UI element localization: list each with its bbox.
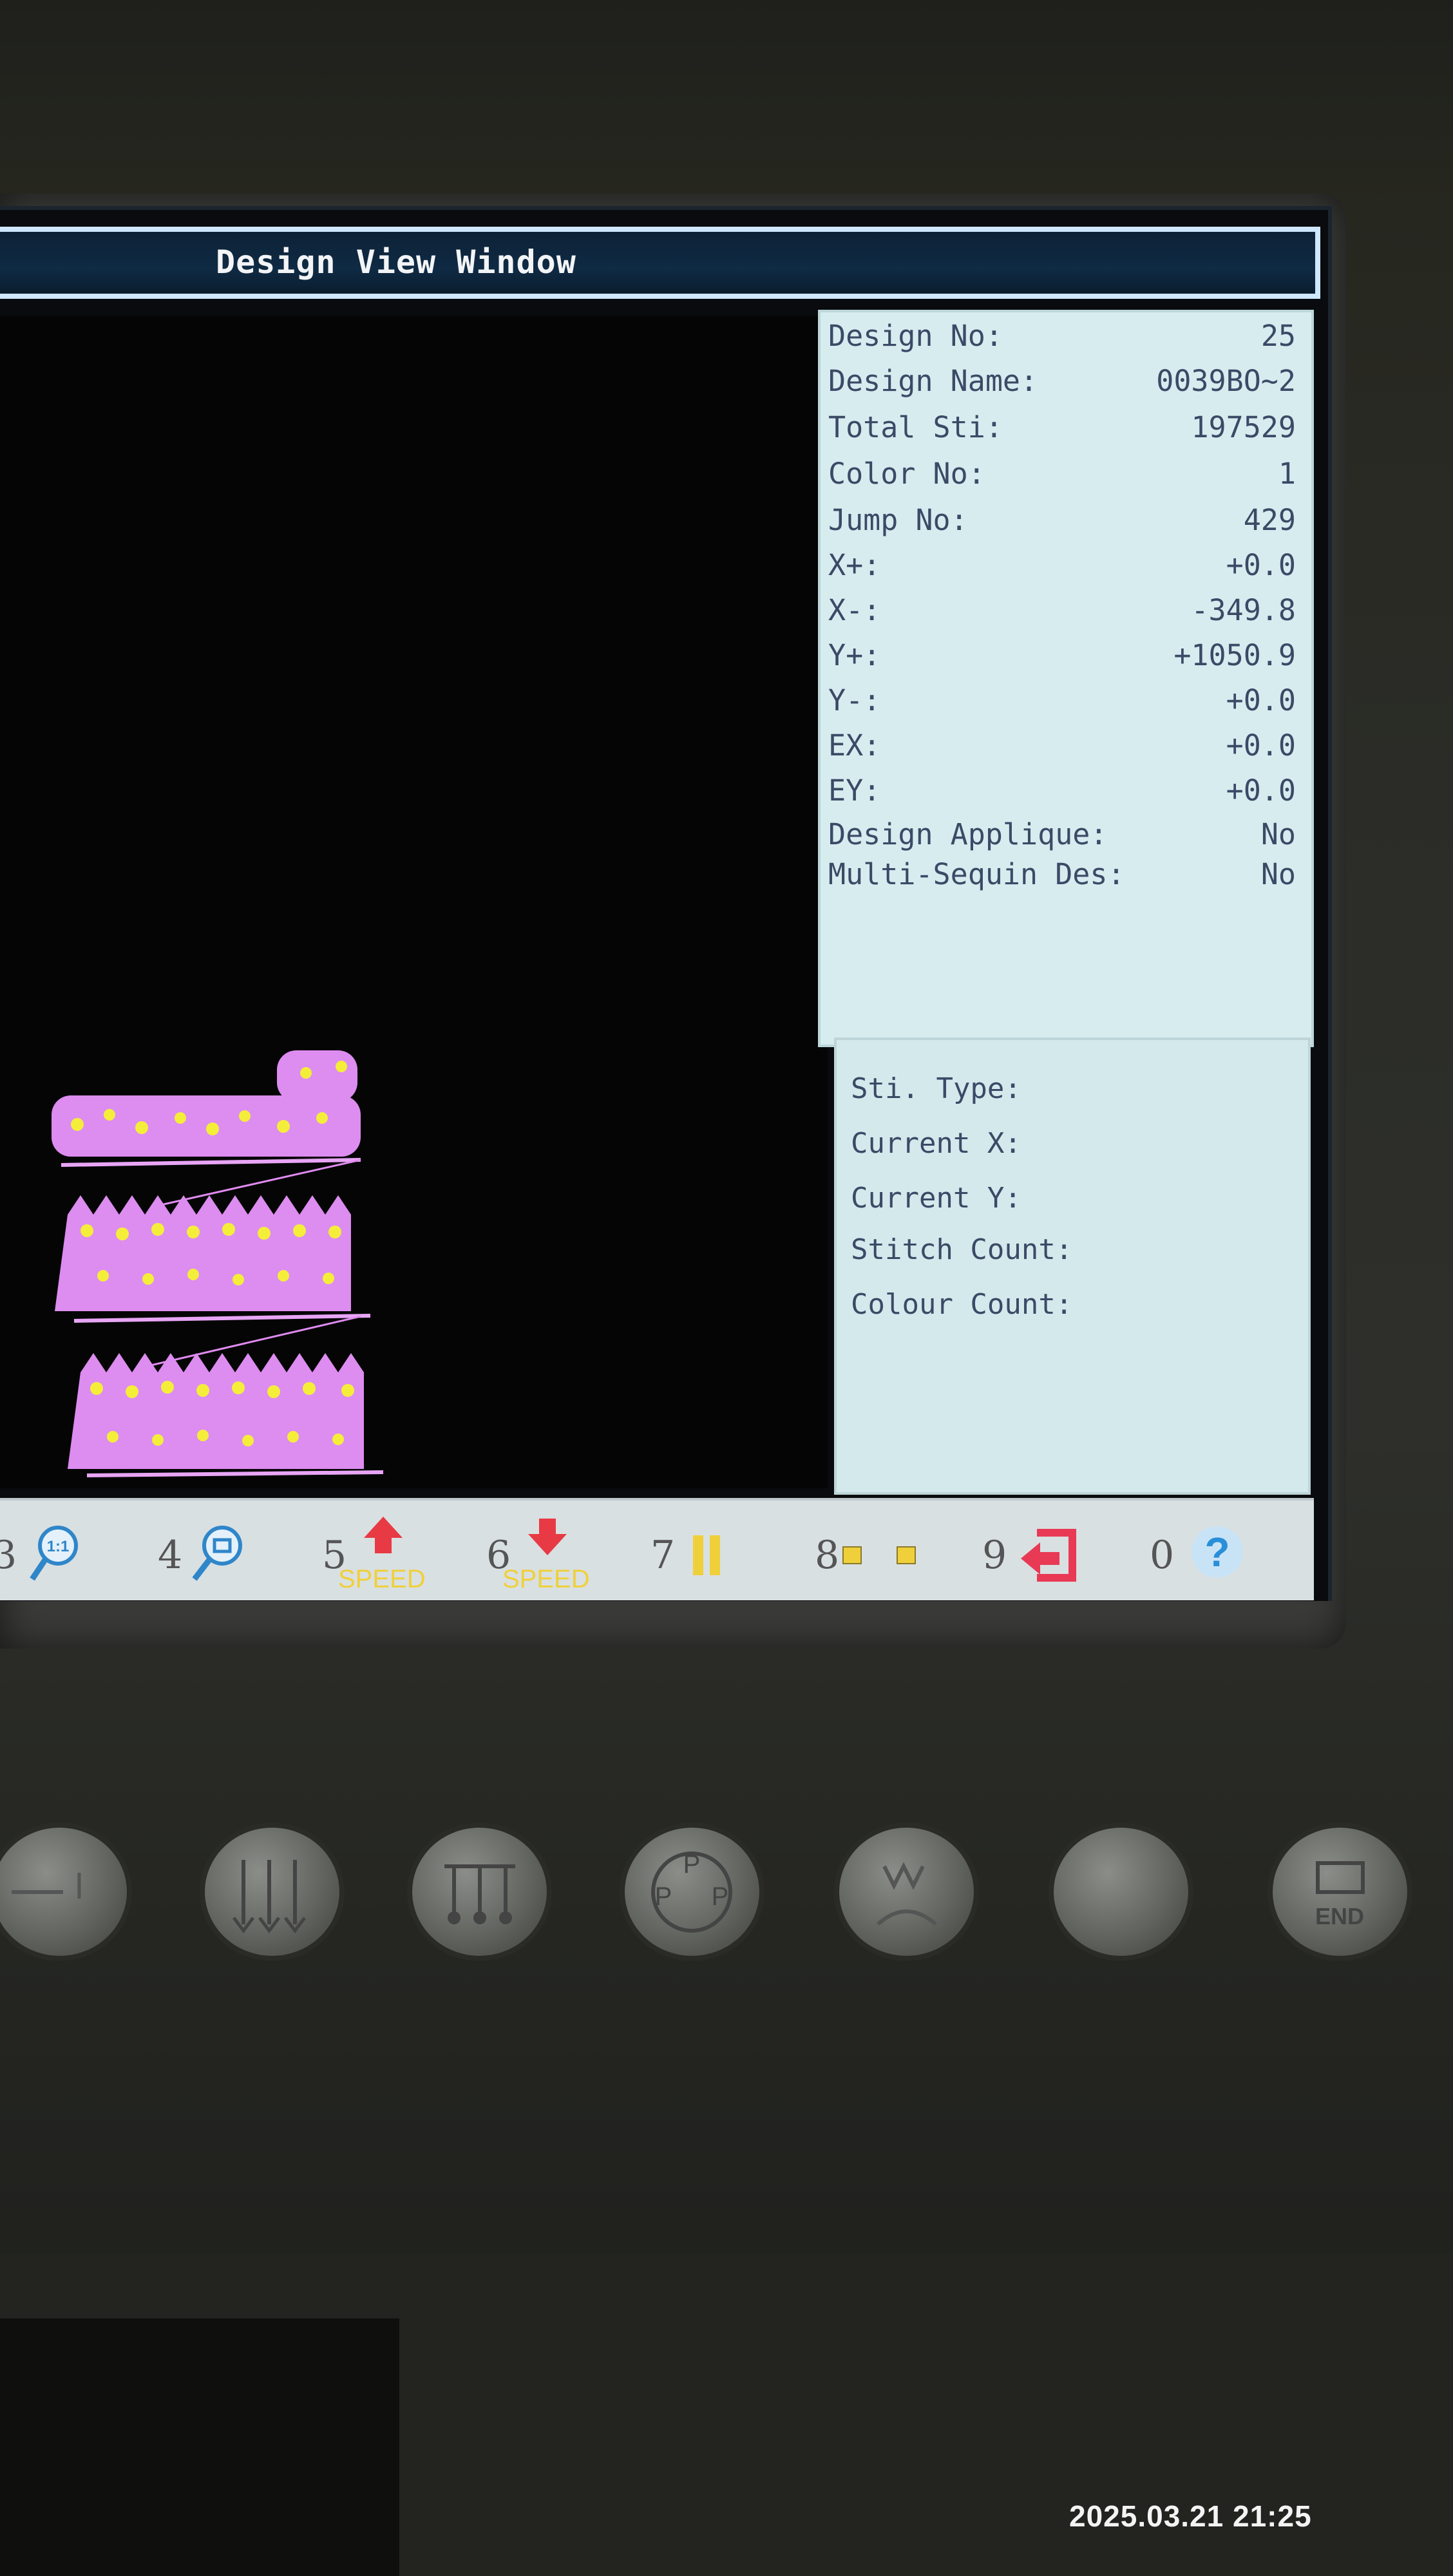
info-multi-sequin: Multi-Sequin Des: No: [828, 857, 1296, 891]
embroidery-screen: Design View Window Design No: 25 Design …: [0, 206, 1332, 1601]
toolbar-help[interactable]: 0 ?: [1146, 1513, 1275, 1591]
window-title: Design View Window: [216, 243, 576, 281]
window-title-bar: Design View Window: [0, 227, 1320, 299]
stitch-status-panel: Sti. Type: Current X: Current Y: Stitch …: [834, 1037, 1311, 1495]
status-current-y: Current Y:: [851, 1182, 1021, 1215]
info-design-applique: Design Applique: No: [828, 817, 1296, 851]
trace-icon: [842, 1546, 916, 1564]
embroidery-pattern-row-2: [55, 1195, 371, 1323]
status-current-x: Current X:: [851, 1127, 1021, 1160]
needle-multi-icon: [444, 1864, 515, 1924]
design-info-panel: Design No: 25 Design Name: 0039BO~2 Tota…: [818, 310, 1314, 1047]
svg-text:P: P: [655, 1882, 672, 1911]
design-preview-graphic: [52, 1050, 384, 1477]
embroidery-pattern-row-1: [52, 1050, 361, 1167]
speed-down-icon: [528, 1519, 567, 1555]
hw-button-1-icon: [12, 1873, 81, 1899]
hardware-button-row: P P P END: [0, 1823, 1453, 2016]
toolbar-speed-up[interactable]: 5 SPEED: [316, 1513, 444, 1593]
pause-icon: [693, 1535, 720, 1575]
hw-button-end[interactable]: END: [1268, 1823, 1412, 1961]
photo-timestamp: 2025.03.21 21:25: [1069, 2499, 1312, 2533]
hw-button-blank[interactable]: [1049, 1823, 1193, 1961]
toolbar-speed-down[interactable]: 6 SPEED: [480, 1513, 609, 1593]
speed-up-icon: [364, 1517, 403, 1553]
status-stitch-count: Stitch Count:: [851, 1233, 1073, 1266]
svg-text:P: P: [683, 1850, 701, 1879]
info-color-no: Color No: 1: [828, 457, 1296, 491]
svg-text:P: P: [712, 1882, 729, 1911]
toolbar-zoom-1to1[interactable]: 3 1:1: [0, 1513, 97, 1591]
needle-1-icon: [233, 1860, 306, 1934]
hw-button-presser-foot[interactable]: [834, 1823, 979, 1961]
exit-icon: [1021, 1529, 1076, 1582]
toolbar-pause[interactable]: 7: [644, 1513, 747, 1591]
end-icon: END: [1315, 1861, 1365, 1929]
hw-button-needle-1[interactable]: [200, 1823, 345, 1961]
hw-button-needle-multi[interactable]: [407, 1823, 552, 1961]
info-jump-no: Jump No: 429: [828, 503, 1296, 537]
info-y-minus: Y-: +0.0: [828, 683, 1296, 717]
end-label: END: [1315, 1903, 1364, 1929]
status-colour-count: Colour Count:: [851, 1288, 1073, 1321]
info-x-plus: X+: +0.0: [828, 548, 1296, 582]
parameter-cycle-icon: P P P: [651, 1850, 732, 1933]
zoom-window-icon: [192, 1526, 242, 1581]
hw-button-parameter[interactable]: P P P: [620, 1823, 764, 1961]
info-total-stitches: Total Sti: 197529: [828, 410, 1296, 444]
hw-button-1[interactable]: [0, 1823, 132, 1961]
foreground-shadow: [0, 2318, 399, 2576]
zoom-1to1-icon: 1:1: [30, 1526, 78, 1581]
info-x-minus: X-: -349.8: [828, 593, 1296, 627]
info-design-name: Design Name: 0039BO~2: [828, 364, 1296, 398]
svg-text:?: ?: [1204, 1529, 1230, 1575]
toolbar-zoom-window[interactable]: 4: [148, 1513, 251, 1591]
info-ex: EX: +0.0: [828, 728, 1296, 762]
info-ey: EY: +0.0: [828, 773, 1296, 808]
info-y-plus: Y+: +1050.9: [828, 638, 1296, 672]
status-stitch-type: Sti. Type:: [851, 1072, 1021, 1105]
presser-foot-icon: [876, 1862, 937, 1926]
help-icon: ?: [1192, 1526, 1243, 1578]
toolbar-trace[interactable]: 8: [808, 1513, 937, 1591]
embroidery-pattern-row-3: [68, 1353, 384, 1477]
blank-button-icon: [1054, 1828, 1188, 1956]
design-preview-area[interactable]: [0, 316, 828, 1488]
toolbar-exit[interactable]: 9: [976, 1513, 1105, 1591]
function-toolbar: 3 1:1 4 5 SPEED 6: [0, 1498, 1314, 1600]
info-design-no: Design No: 25: [828, 319, 1296, 353]
svg-text:1:1: 1:1: [47, 1538, 70, 1555]
